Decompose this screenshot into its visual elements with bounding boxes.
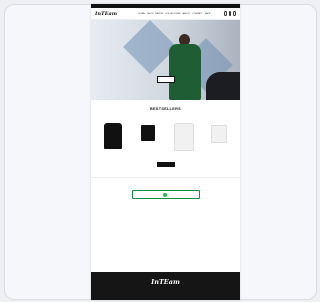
nav-item-shop[interactable]: SHOP bbox=[147, 13, 153, 15]
shorts-image bbox=[140, 125, 155, 141]
product-card[interactable] bbox=[203, 119, 233, 153]
tshirt-image bbox=[103, 123, 122, 149]
cart-icon[interactable] bbox=[233, 11, 236, 16]
product-card[interactable] bbox=[168, 119, 198, 153]
whatsapp-join-button[interactable] bbox=[131, 190, 200, 199]
main-nav: HOME SHOP NEW IN COLLECTIONS ABOUT CONTA… bbox=[125, 13, 224, 15]
nav-item-home[interactable]: HOME bbox=[139, 13, 146, 15]
nav-item-new-in[interactable]: NEW IN bbox=[155, 13, 163, 15]
product-image[interactable] bbox=[203, 119, 233, 151]
brand-logo[interactable]: InTEam bbox=[95, 11, 125, 17]
tshirt-image bbox=[174, 123, 195, 151]
hero-model-image bbox=[169, 34, 201, 100]
product-image[interactable] bbox=[98, 119, 128, 151]
footer-logo[interactable]: InTEam bbox=[91, 278, 240, 286]
account-icon[interactable] bbox=[228, 11, 232, 16]
nav-item-contact[interactable]: CONTACT bbox=[192, 13, 202, 15]
nav-item-sale[interactable]: SALE bbox=[205, 13, 211, 15]
product-image[interactable] bbox=[168, 119, 198, 151]
product-grid bbox=[91, 111, 240, 153]
nav-item-about[interactable]: ABOUT bbox=[183, 13, 191, 15]
nav-item-collections[interactable]: COLLECTIONS bbox=[165, 13, 180, 15]
site-header: InTEam HOME SHOP NEW IN COLLECTIONS ABOU… bbox=[91, 8, 240, 20]
model-hoodie bbox=[169, 44, 201, 100]
product-card[interactable] bbox=[98, 119, 128, 153]
hero-shop-button[interactable] bbox=[157, 76, 175, 83]
shorts-image bbox=[211, 125, 228, 143]
hero-banner[interactable] bbox=[91, 20, 240, 100]
whatsapp-icon bbox=[162, 192, 167, 197]
product-card[interactable] bbox=[133, 119, 163, 153]
section-divider bbox=[91, 177, 240, 178]
search-icon[interactable] bbox=[223, 11, 227, 16]
hero-motorbike-image bbox=[206, 72, 240, 100]
header-icons bbox=[223, 11, 236, 16]
website-preview: InTEam HOME SHOP NEW IN COLLECTIONS ABOU… bbox=[91, 4, 240, 300]
product-image[interactable] bbox=[133, 119, 163, 151]
site-footer: InTEam bbox=[91, 272, 240, 300]
view-all-button[interactable] bbox=[156, 162, 175, 167]
